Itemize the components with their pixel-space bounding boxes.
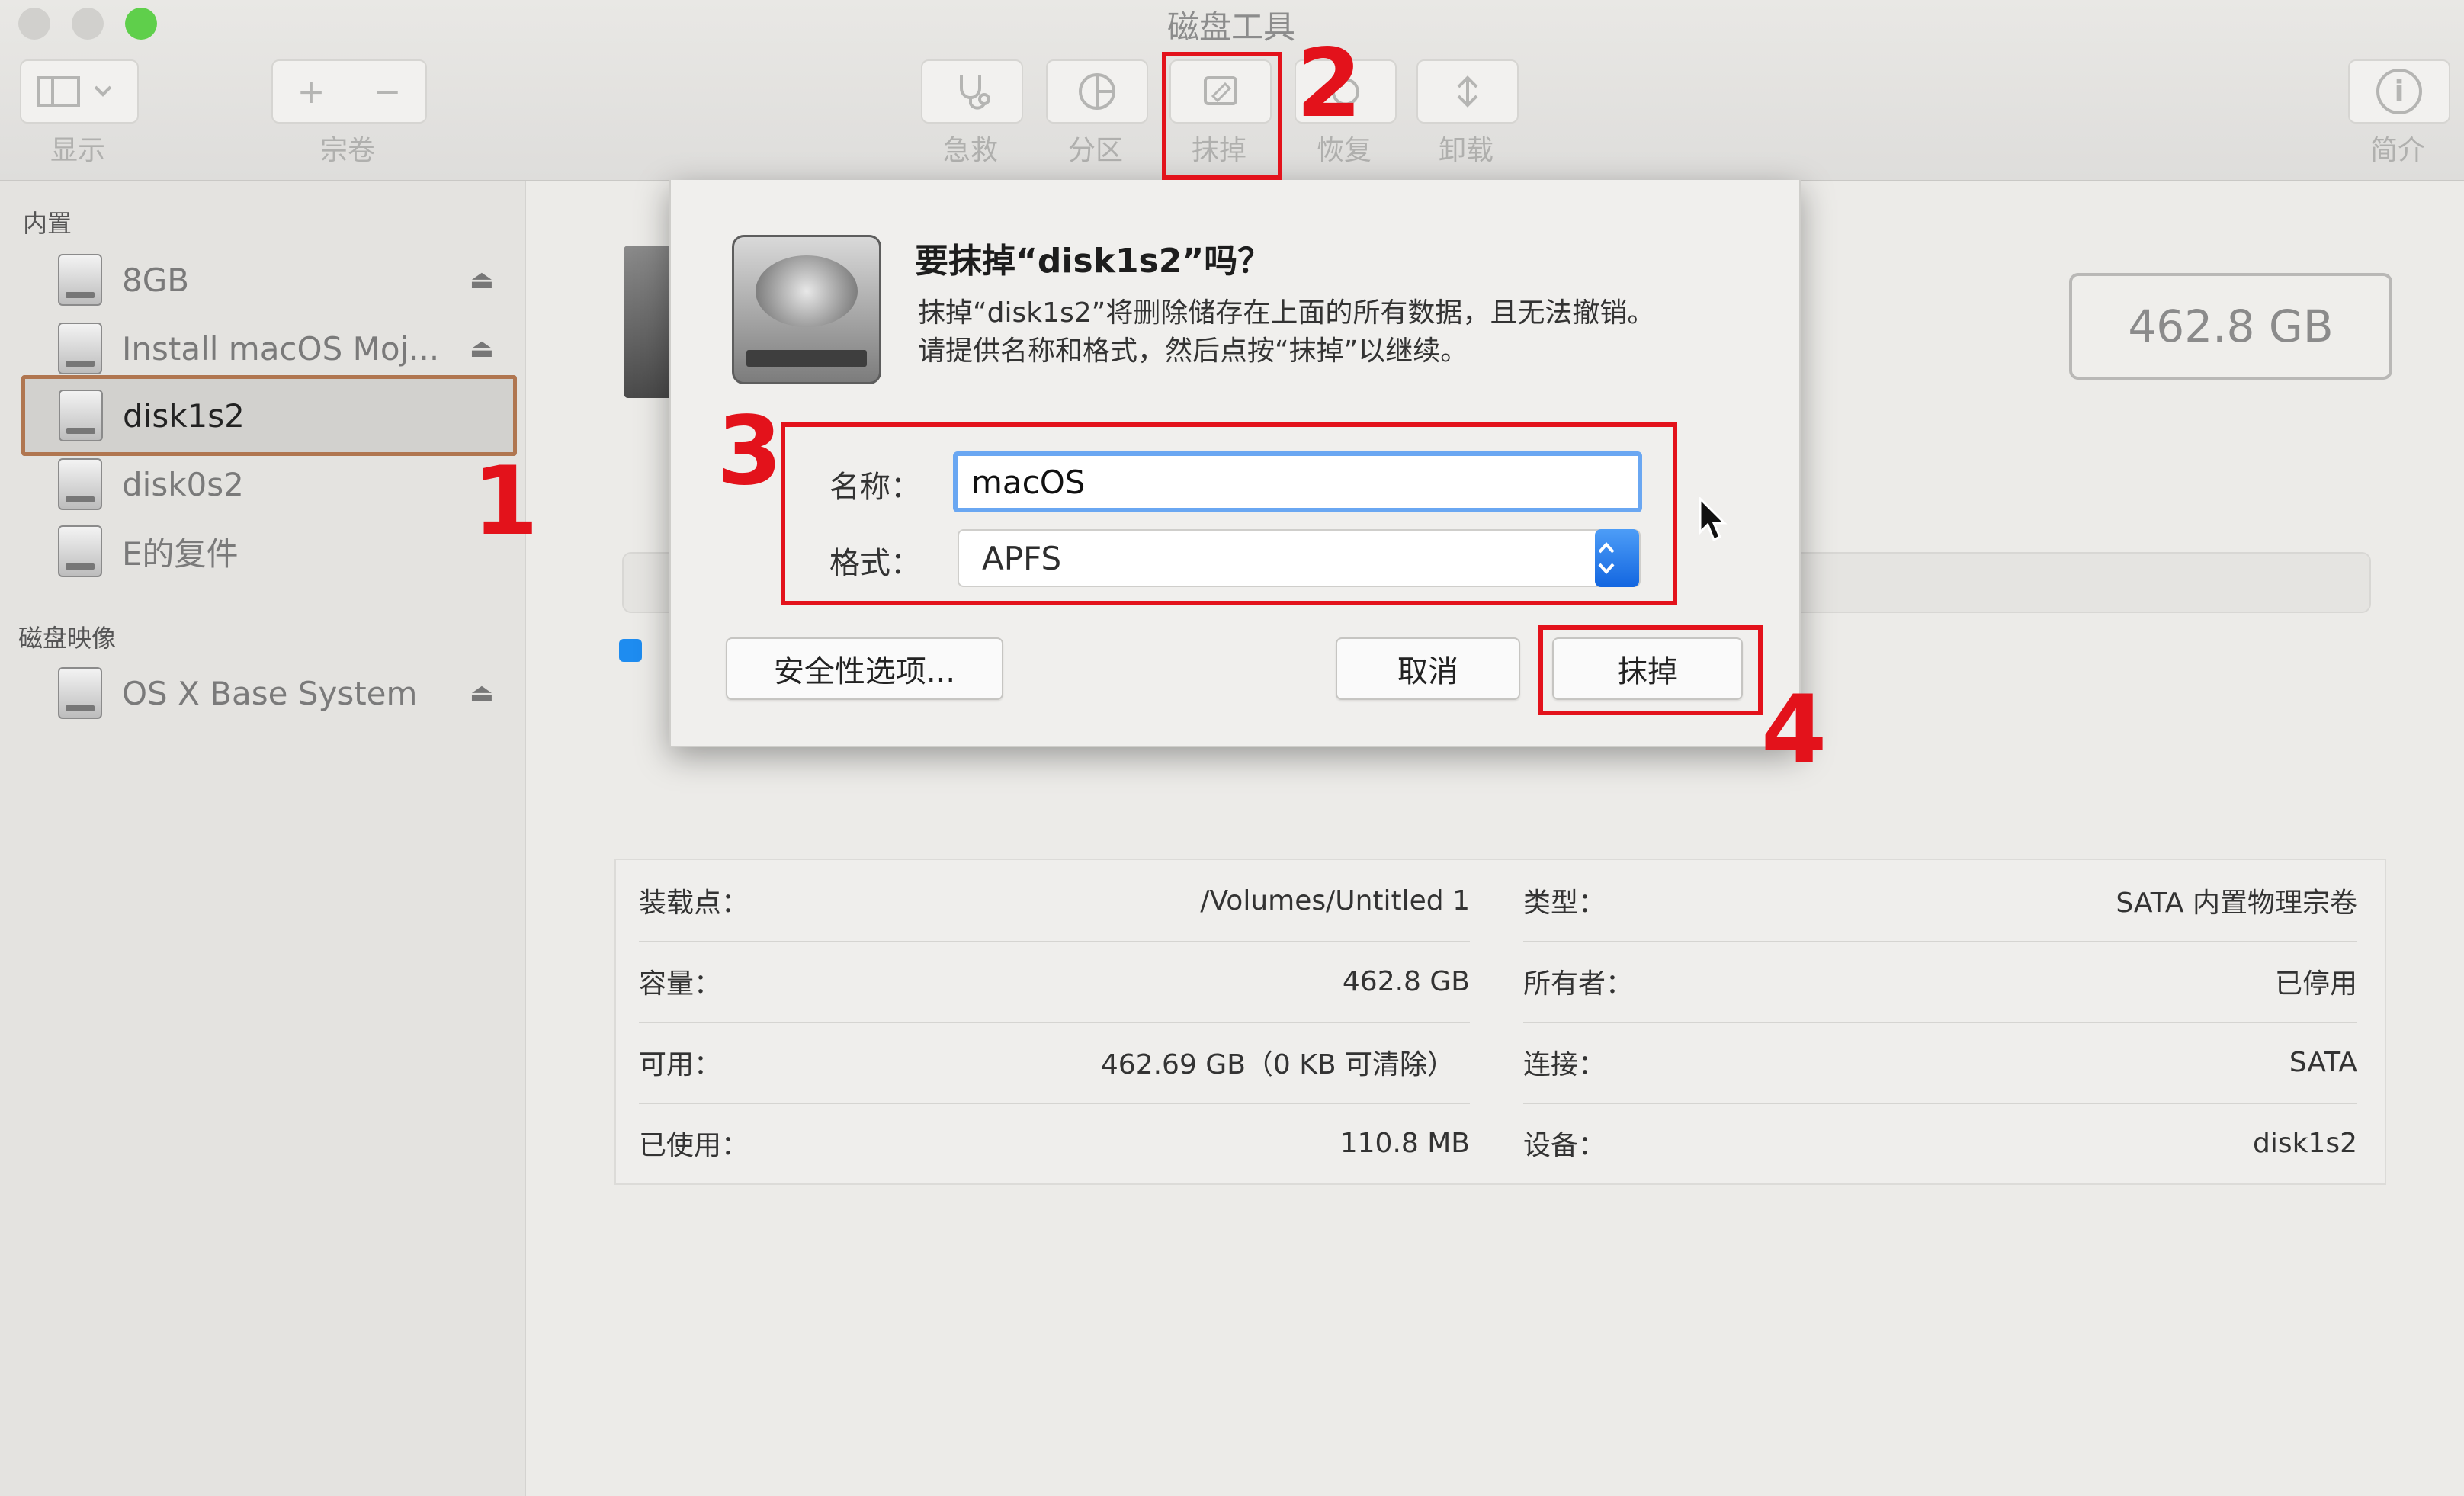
disk-icon bbox=[58, 323, 102, 374]
dialog-message: 抹掉“disk1s2”将删除储存在上面的所有数据，且无法撤销。 请提供名称和格式… bbox=[918, 294, 1772, 371]
info-button[interactable]: i bbox=[2348, 59, 2450, 124]
volume-label: 宗卷 bbox=[319, 135, 375, 166]
sidebar-item-install-macos[interactable]: Install macOS Moj... ⏏ bbox=[21, 316, 509, 381]
disk-name: 8GB bbox=[122, 261, 190, 299]
capacity-badge: 462.8 GB bbox=[2069, 273, 2392, 380]
info-label: 所有者： bbox=[1523, 968, 1634, 1000]
info-label: 类型： bbox=[1523, 888, 1606, 919]
dialog-message-line1: 抹掉“disk1s2”将删除储存在上面的所有数据，且无法撤销。 bbox=[918, 297, 1655, 329]
add-volume-button[interactable]: + bbox=[297, 72, 326, 111]
sidebar-item-disk1s2[interactable]: disk1s2 bbox=[21, 375, 517, 456]
stethoscope-icon bbox=[960, 75, 990, 110]
remove-volume-button[interactable]: − bbox=[374, 72, 402, 111]
dialog-message-line2: 请提供名称和格式，然后点按“抹掉”以继续。 bbox=[918, 335, 1468, 367]
partition-icon bbox=[1079, 73, 1115, 110]
first-aid-button[interactable] bbox=[921, 59, 1023, 124]
info-row: 设备： disk1s2 bbox=[1523, 1103, 2357, 1183]
info-value: SATA 内置物理宗卷 bbox=[2116, 888, 2357, 919]
info-value: 462.8 GB bbox=[1342, 965, 1470, 997]
disk-icon bbox=[59, 390, 103, 441]
mouse-pointer-icon bbox=[1699, 497, 1728, 542]
disk-name: disk0s2 bbox=[122, 465, 244, 503]
annotation-step3: 3 bbox=[717, 396, 783, 506]
info-label: 装载点： bbox=[639, 888, 749, 919]
legend-swatch bbox=[619, 639, 642, 662]
info-value: disk1s2 bbox=[2252, 1127, 2357, 1159]
hard-disk-icon bbox=[732, 235, 881, 384]
sidebar-item-8gb[interactable]: 8GB ⏏ bbox=[21, 247, 509, 313]
first-aid-label: 急救 bbox=[942, 135, 998, 166]
partition-button[interactable] bbox=[1046, 59, 1148, 124]
annotation-box-step3 bbox=[781, 422, 1677, 605]
unmount-icon bbox=[1457, 75, 1478, 108]
annotation-box-step4 bbox=[1538, 625, 1763, 715]
disk-name: disk1s2 bbox=[123, 396, 245, 435]
info-label: 已使用： bbox=[639, 1130, 749, 1161]
info-row: 装载点： /Volumes/Untitled 1 bbox=[639, 860, 1470, 942]
unmount-button[interactable] bbox=[1416, 59, 1519, 124]
info-row: 类型： SATA 内置物理宗卷 bbox=[1523, 860, 2357, 942]
info-label: 连接： bbox=[1523, 1049, 1606, 1080]
eject-icon[interactable]: ⏏ bbox=[470, 265, 494, 295]
sidebar-item-e-copy[interactable]: E的复件 bbox=[21, 518, 509, 584]
eject-icon[interactable]: ⏏ bbox=[470, 678, 494, 708]
info-value: 已停用 bbox=[2274, 968, 2357, 1000]
disk-icon bbox=[58, 525, 102, 577]
info-table: 装载点： /Volumes/Untitled 1 容量： 462.8 GB 可用… bbox=[614, 859, 2386, 1185]
close-button[interactable] bbox=[18, 8, 50, 40]
cancel-button[interactable]: 取消 bbox=[1336, 637, 1520, 700]
info-label: 简介 bbox=[2369, 135, 2425, 166]
eject-icon[interactable]: ⏏ bbox=[470, 333, 494, 364]
partition-label: 分区 bbox=[1067, 135, 1123, 166]
info-row: 已使用： 110.8 MB bbox=[639, 1103, 1470, 1183]
annotation-step4: 4 bbox=[1761, 676, 1827, 785]
info-value: 110.8 MB bbox=[1339, 1127, 1470, 1159]
info-row: 连接： SATA bbox=[1523, 1022, 2357, 1104]
dialog-title: 要抹掉“disk1s2”吗？ bbox=[915, 242, 1272, 281]
disk-name: Install macOS Moj... bbox=[122, 329, 440, 368]
sidebar: 内置 8GB ⏏ Install macOS Moj... ⏏ disk1s2 … bbox=[0, 181, 526, 1496]
annotation-step1: 1 bbox=[473, 447, 539, 557]
disk-icon bbox=[58, 458, 102, 510]
internal-section-label: 内置 bbox=[23, 209, 72, 238]
info-row: 所有者： 已停用 bbox=[1523, 941, 2357, 1023]
info-label: 可用： bbox=[639, 1049, 722, 1080]
minimize-button[interactable] bbox=[72, 8, 104, 40]
disk-image-icon bbox=[58, 667, 102, 719]
info-label: 设备： bbox=[1523, 1130, 1606, 1161]
sidebar-item-os-x-base-system[interactable]: OS X Base System ⏏ bbox=[21, 660, 509, 726]
view-label: 显示 bbox=[50, 135, 105, 166]
view-button[interactable] bbox=[20, 59, 139, 124]
images-section-label: 磁盘映像 bbox=[18, 624, 117, 653]
info-icon: i bbox=[2376, 69, 2422, 114]
security-options-button[interactable]: 安全性选项... bbox=[726, 637, 1003, 700]
zoom-button[interactable] bbox=[125, 8, 157, 40]
annotation-box-step2 bbox=[1162, 52, 1282, 180]
info-value: /Volumes/Untitled 1 bbox=[1200, 884, 1470, 917]
info-value: SATA bbox=[2289, 1046, 2357, 1078]
info-row: 可用： 462.69 GB（0 KB 可清除） bbox=[639, 1022, 1470, 1104]
info-label: 容量： bbox=[639, 968, 722, 1000]
volume-buttons: + − bbox=[271, 59, 427, 124]
disk-icon bbox=[58, 254, 102, 306]
disk-name: E的复件 bbox=[122, 535, 239, 573]
disk-name: OS X Base System bbox=[122, 674, 418, 712]
sidebar-item-disk0s2[interactable]: disk0s2 bbox=[21, 451, 509, 517]
unmount-label: 卸载 bbox=[1438, 135, 1493, 166]
annotation-step2: 2 bbox=[1296, 29, 1362, 139]
info-value: 462.69 GB（0 KB 可清除） bbox=[1100, 1049, 1455, 1080]
info-row: 容量： 462.8 GB bbox=[639, 941, 1470, 1023]
sidebar-icon bbox=[37, 76, 112, 107]
